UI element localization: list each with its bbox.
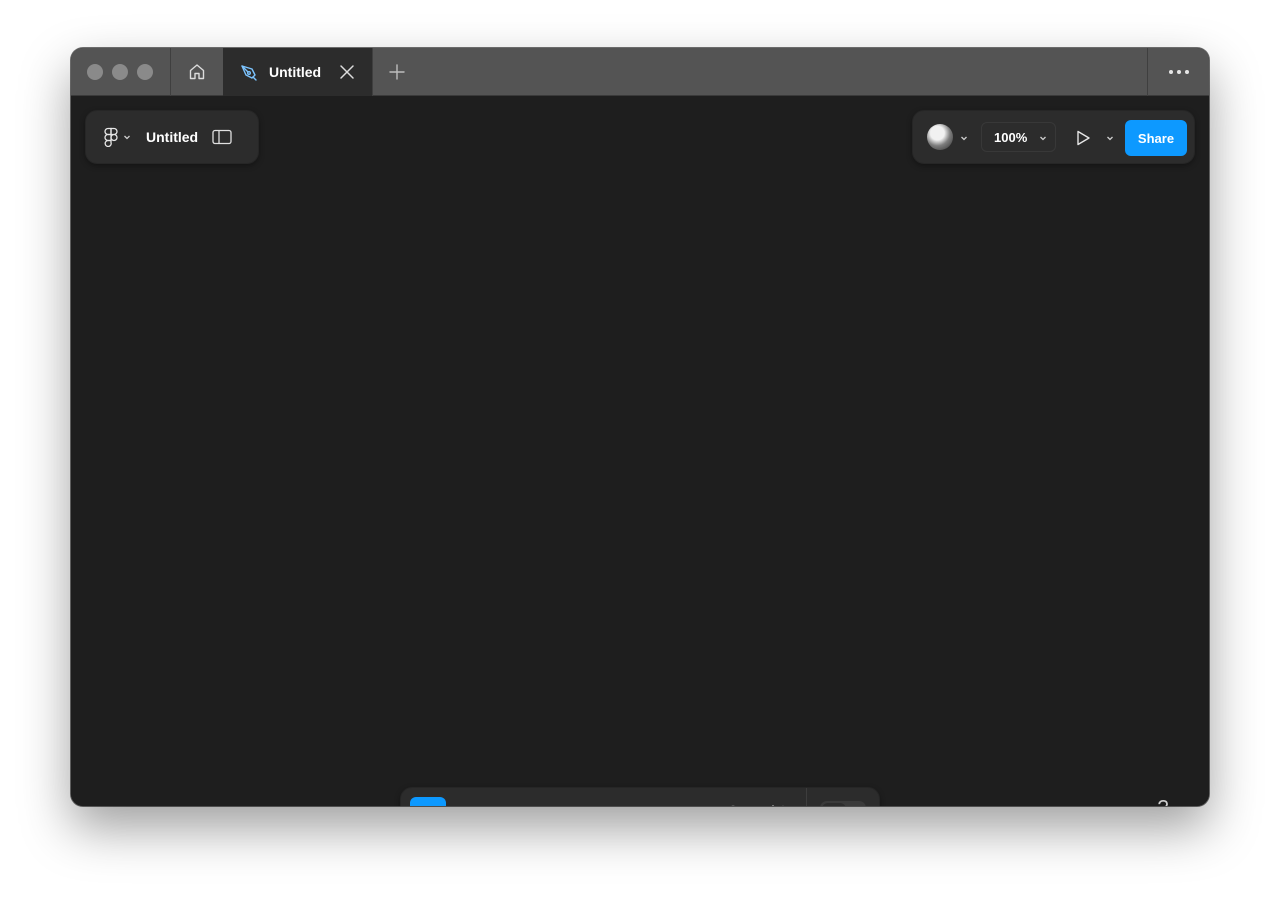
title-bar: Untitled [71,48,1209,96]
close-window-button[interactable] [87,64,103,80]
text-tool[interactable] [669,797,705,806]
cursor-icon [417,804,439,806]
actions-icon [772,805,785,806]
new-tab-button[interactable] [385,60,409,84]
present-button[interactable] [1073,128,1093,148]
file-tab[interactable]: Untitled [223,48,372,96]
chevron-down-icon [124,135,130,140]
chevron-down-icon [1107,136,1113,141]
share-button[interactable]: Share [1125,120,1187,156]
more-options-button[interactable] [1147,48,1209,96]
shape-tool[interactable] [540,797,576,806]
frame-tool[interactable] [475,797,511,806]
tab-title: Untitled [269,64,322,80]
plus-icon [389,64,405,80]
present-options-chevron[interactable] [1105,133,1115,143]
avatar[interactable] [927,124,953,150]
app-window: Untitled Untitled 100% Share [71,48,1209,806]
design-canvas[interactable]: Untitled 100% Share [71,96,1209,806]
top-right-panel: 100% Share [912,110,1195,164]
comment-tool[interactable] [715,797,751,806]
titlebar-divider [372,48,373,96]
help-button[interactable]: ? [1153,796,1173,807]
close-tab-button[interactable] [338,63,356,81]
play-icon [1077,130,1090,146]
chevron-down-icon [961,136,967,141]
close-icon [340,65,354,79]
main-menu-button[interactable] [104,127,132,147]
toolbar-divider [806,788,807,806]
user-menu-chevron[interactable] [959,133,969,143]
pen-tool-icon [241,65,257,81]
move-tool[interactable] [410,797,446,806]
window-controls [87,64,153,80]
maximize-window-button[interactable] [137,64,153,80]
zoom-level: 100% [994,129,1028,145]
figma-logo-icon [104,127,118,147]
frame-icon [483,805,503,806]
file-panel: Untitled [85,110,259,164]
actions-tool[interactable] [760,797,796,806]
comment-icon [731,805,735,806]
pen-tool[interactable] [605,797,641,806]
sidebar-toggle-icon [212,129,232,145]
dev-mode-toggle[interactable] [820,801,866,806]
dev-mode-knob [822,803,846,806]
sidebar-toggle-button[interactable] [212,129,232,145]
rectangle-icon [548,805,568,806]
home-icon [189,64,205,80]
more-icon [1168,70,1189,74]
home-button[interactable] [171,48,223,96]
minimize-window-button[interactable] [112,64,128,80]
text-icon [677,805,697,806]
file-name[interactable]: Untitled [146,129,198,145]
chevron-down-icon [1040,136,1046,141]
bottom-toolbar [400,787,880,806]
pen-icon [612,804,634,806]
zoom-dropdown[interactable]: 100% [981,122,1056,152]
